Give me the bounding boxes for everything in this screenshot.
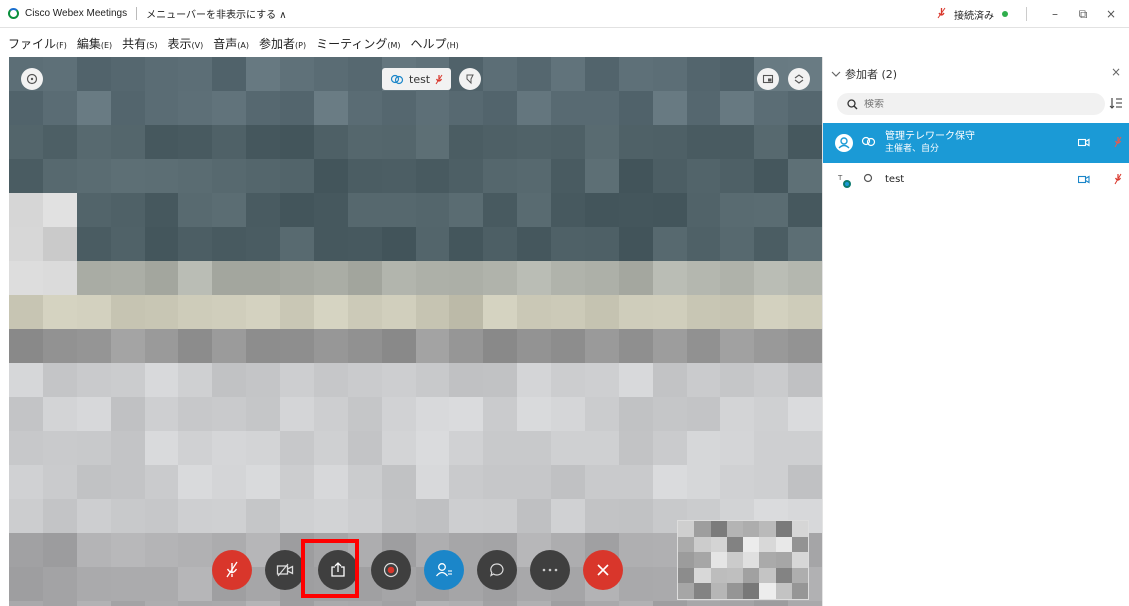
menu-bar: ファイル(F) 編集(E) 共有(S) 表示(V) 音声(A) 参加者(P) ミ… (0, 31, 459, 55)
sort-icon (1109, 98, 1122, 109)
menu-file-label: ファイル (8, 36, 57, 51)
chevron-down-icon (831, 71, 841, 77)
title-bar-left: Cisco Webex Meetings メニューバーを非表示にする ∧ (8, 6, 287, 21)
participant-name: 管理テレワーク保守 (885, 131, 975, 142)
menu-edit-label: 編集 (76, 36, 101, 51)
participant-muted-mic-icon[interactable] (1114, 136, 1122, 151)
panel-close-button[interactable]: × (1111, 65, 1121, 79)
more-options-button[interactable] (530, 550, 570, 590)
participant-video-icon (1077, 174, 1090, 187)
hide-menubar-button[interactable]: メニューバーを非表示にする ∧ (146, 6, 287, 21)
title-bar-right: 接続済み – ⧉ × (937, 5, 1121, 23)
menu-view-label: 表示 (167, 36, 192, 51)
record-button[interactable] (371, 550, 411, 590)
menu-help-label: ヘルプ (410, 36, 447, 51)
participants-header[interactable]: 参加者 (2) (831, 66, 897, 82)
participants-button[interactable] (424, 550, 464, 590)
participant-names: 管理テレワーク保守 主催者、自分 (885, 131, 975, 155)
search-icon (847, 98, 858, 109)
menu-participants-label: 参加者 (258, 36, 295, 51)
participant-icon (435, 563, 452, 577)
leave-meeting-button[interactable] (583, 550, 623, 590)
meeting-controls (212, 550, 623, 590)
layout-icon (762, 74, 774, 84)
participants-title: 参加者 (2) (845, 68, 898, 81)
menu-meeting-key: (M) (387, 40, 401, 50)
chat-bubble-icon (490, 563, 504, 577)
pin-icon (466, 74, 474, 85)
menu-participants-key: (P) (295, 40, 307, 50)
mute-button[interactable] (212, 550, 252, 590)
active-speaker-tag[interactable]: test (382, 68, 452, 90)
person-initial-icon: T (837, 174, 851, 188)
chat-button[interactable] (477, 550, 517, 590)
info-icon (26, 73, 38, 85)
self-view-video[interactable] (677, 520, 809, 600)
search-input[interactable] (864, 98, 1084, 110)
title-divider (1026, 7, 1027, 21)
active-speaker-name: test (409, 72, 431, 86)
participant-names: test (885, 174, 904, 186)
video-area: test (9, 57, 822, 606)
menu-file[interactable]: ファイル(F) (8, 35, 67, 52)
muted-mic-icon (226, 561, 238, 578)
webex-logo-icon (8, 8, 19, 19)
participant-video-icon (1077, 137, 1090, 150)
menu-share-label: 共有 (122, 36, 147, 51)
participant-name: test (885, 174, 905, 185)
minimize-button[interactable]: – (1045, 5, 1065, 23)
menu-meeting[interactable]: ミーティング(M) (316, 35, 400, 52)
title-separator (136, 7, 138, 20)
fullscreen-button[interactable] (788, 68, 810, 90)
menu-audio[interactable]: 音声(A) (213, 35, 249, 52)
sort-button[interactable] (1109, 96, 1123, 113)
restore-button[interactable]: ⧉ (1073, 5, 1093, 23)
participant-role: 主催者、自分 (885, 144, 940, 154)
menu-view-key: (V) (191, 40, 204, 50)
record-icon (383, 562, 399, 578)
menu-edit[interactable]: 編集(E) (77, 35, 112, 52)
close-icon (597, 564, 609, 576)
guest-role-icon (863, 173, 873, 188)
menu-meeting-label: ミーティング (316, 36, 388, 51)
menu-help-key: (H) (446, 40, 459, 50)
title-bar: Cisco Webex Meetings メニューバーを非表示にする ∧ 接続済… (0, 0, 1129, 28)
participant-row-host[interactable]: 管理テレワーク保守 主催者、自分 (823, 123, 1129, 163)
app-title: Cisco Webex Meetings (25, 8, 128, 19)
avatar (835, 134, 853, 152)
menu-share[interactable]: 共有(S) (122, 35, 157, 52)
avatar: T (837, 171, 855, 189)
layout-button[interactable] (757, 68, 779, 90)
menu-participants[interactable]: 参加者(P) (259, 35, 306, 52)
participants-panel: 参加者 (2) × 管理テレワーク保守 主催者、自分 T (822, 57, 1129, 606)
menu-help[interactable]: ヘルプ(H) (411, 35, 459, 52)
menu-audio-key: (A) (237, 40, 249, 50)
close-button[interactable]: × (1101, 5, 1121, 23)
share-highlight-box (301, 539, 359, 598)
info-button[interactable] (21, 68, 43, 90)
expand-icon (794, 74, 804, 84)
menu-audio-label: 音声 (213, 36, 238, 51)
menu-share-key: (S) (146, 40, 158, 50)
participant-search (837, 93, 1105, 115)
video-off-icon (276, 563, 294, 577)
more-dots-icon (542, 568, 558, 572)
menu-edit-key: (E) (100, 40, 113, 50)
connection-status: 接続済み (954, 10, 994, 22)
participant-muted-mic-icon[interactable] (1114, 173, 1122, 188)
muted-mic-icon (435, 74, 443, 84)
host-speaker-icon (390, 74, 404, 84)
svg-text:T: T (837, 174, 843, 182)
connection-icon (937, 7, 946, 22)
person-icon (838, 137, 850, 149)
menu-view[interactable]: 表示(V) (168, 35, 204, 52)
pin-button[interactable] (459, 68, 481, 90)
participant-row-test[interactable]: T test (823, 161, 1129, 199)
menu-file-key: (F) (56, 40, 67, 50)
stop-video-button[interactable] (265, 550, 305, 590)
connection-dot-icon (1002, 11, 1008, 17)
host-role-icon (861, 135, 877, 150)
